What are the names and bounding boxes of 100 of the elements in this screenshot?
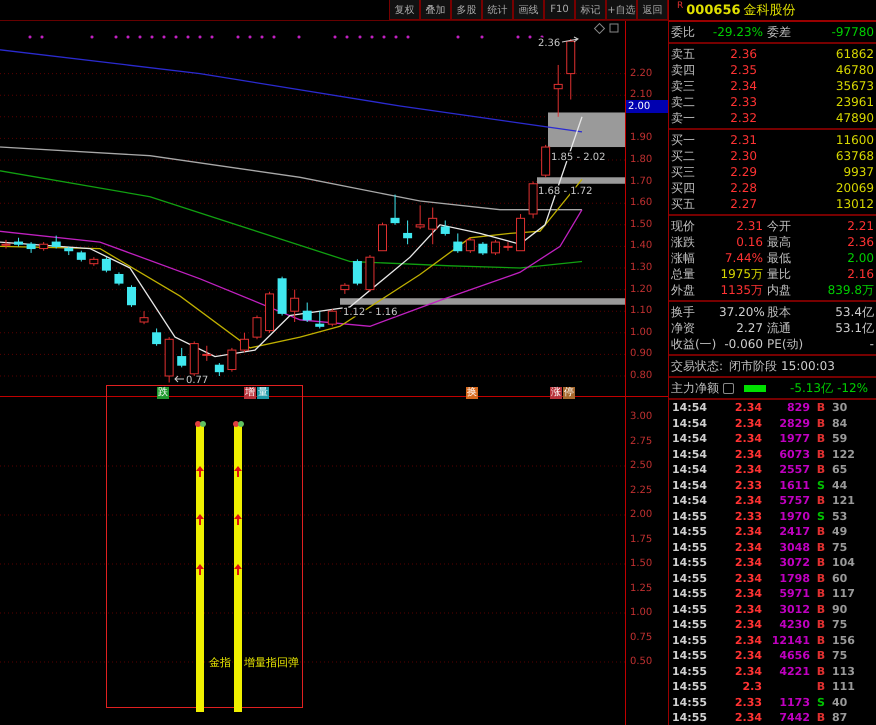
trade-time: 14:55 xyxy=(672,664,708,679)
toggle-icon[interactable] xyxy=(723,382,734,394)
signal-label: 量 xyxy=(257,387,269,399)
candlestick xyxy=(504,242,512,252)
trade-price: 2.33 xyxy=(734,694,762,710)
trade-volume: 2417 xyxy=(779,525,810,538)
toolbar-button[interactable]: 叠加 xyxy=(420,0,451,20)
current-price-tag: 2.00 xyxy=(626,100,668,113)
signal-dot xyxy=(480,36,484,38)
trade-volume: 12141 xyxy=(772,634,810,646)
trade-count: 117 xyxy=(832,586,856,602)
axis-label: 1.40 xyxy=(630,240,652,252)
candlestick xyxy=(127,284,136,308)
trade-volume: 5971 xyxy=(779,587,810,600)
toolbar-button[interactable]: F10 xyxy=(544,0,575,20)
toolbar-button[interactable]: 画线 xyxy=(513,0,544,20)
axis-label: 0.90 xyxy=(630,348,652,360)
order-volume: 61862 xyxy=(834,46,875,62)
candlestick xyxy=(240,332,249,353)
trade-count: 75 xyxy=(832,648,848,664)
market-mark-label: R xyxy=(677,1,684,11)
signal-label: 增 xyxy=(244,387,256,399)
trade-count: 59 xyxy=(832,431,848,446)
field-label: 流通 xyxy=(766,320,792,336)
signal-dot xyxy=(406,36,410,38)
trade-count: 53 xyxy=(832,508,848,524)
toolbar-button[interactable]: 统计 xyxy=(482,0,513,20)
candlestick xyxy=(302,302,312,322)
candlestick xyxy=(541,144,550,178)
trade-time: 14:54 xyxy=(672,400,708,416)
candlestick xyxy=(190,340,199,376)
axis-label: 0.80 xyxy=(630,370,652,382)
field-label: 股本 xyxy=(766,304,792,320)
candlestick xyxy=(440,220,450,236)
arrow-icon xyxy=(174,376,184,382)
toolbar-button[interactable]: 复权 xyxy=(389,0,420,20)
trade-time: 14:54 xyxy=(672,416,708,431)
signal-label: 涨 xyxy=(550,387,562,399)
field-value: 1135万 xyxy=(719,282,764,298)
order-level-label: 买三 xyxy=(670,164,696,180)
trade-volume: 4656 xyxy=(779,649,810,662)
signal-dot xyxy=(186,36,190,38)
candlestick xyxy=(365,254,374,292)
field-label: 总量 xyxy=(670,266,696,282)
axis-label: 1.30 xyxy=(630,262,652,274)
axis-label: 2.25 xyxy=(630,484,652,496)
toolbar-button[interactable]: +自选 xyxy=(606,0,637,20)
trade-side: B xyxy=(816,462,826,478)
field-value: -97780 xyxy=(830,24,875,40)
candlestick xyxy=(214,362,224,376)
toolbar-button[interactable]: 多股 xyxy=(451,0,482,20)
signal-dot xyxy=(90,36,94,38)
trade-side: B xyxy=(816,679,826,694)
field-label: 最低 xyxy=(766,250,792,266)
candlestick xyxy=(428,207,438,245)
candlestick xyxy=(177,347,186,368)
trade-count: 87 xyxy=(832,710,848,725)
toolbar-button[interactable]: 返回 xyxy=(637,0,668,20)
trade-price: 2.34 xyxy=(734,570,762,586)
net-flow-amount: -5.13亿 xyxy=(790,380,834,396)
signal-dot xyxy=(346,36,348,38)
signal-dot xyxy=(334,36,336,38)
candlestick xyxy=(340,282,350,294)
price-annotation: 2.36 xyxy=(538,38,560,49)
indicator-caption: 金指 xyxy=(209,655,231,670)
order-price: 2.31 xyxy=(729,132,758,148)
order-level-label: 卖三 xyxy=(670,78,696,94)
candlestick xyxy=(102,256,111,273)
trade-price: 2.33 xyxy=(734,508,762,524)
signal-dot xyxy=(114,36,118,38)
toolbar-button[interactable]: 标记 xyxy=(575,0,606,20)
axis-label: 1.00 xyxy=(630,326,652,339)
trade-count: 65 xyxy=(832,462,848,478)
order-level-label: 买一 xyxy=(670,132,696,148)
candlestick xyxy=(566,38,576,100)
candlestick xyxy=(453,232,462,254)
signal-dot xyxy=(126,36,130,38)
candlestick xyxy=(202,345,212,362)
field-label: 最高 xyxy=(766,234,792,250)
order-price: 2.36 xyxy=(729,46,758,62)
candlestick xyxy=(14,237,24,247)
trade-price: 2.34 xyxy=(734,632,762,648)
trade-volume: 1977 xyxy=(779,432,810,445)
trade-time: 14:54 xyxy=(672,431,708,446)
axis-label: 1.50 xyxy=(630,558,652,570)
trade-volume: 1798 xyxy=(779,572,810,584)
signal-dot xyxy=(150,36,154,38)
trade-side: B xyxy=(816,602,826,617)
order-level-label: 卖四 xyxy=(670,62,696,78)
trade-price: 2.34 xyxy=(734,462,762,478)
trade-time: 14:55 xyxy=(672,602,708,617)
trade-side: B xyxy=(816,540,826,555)
net-flow-bar xyxy=(744,384,766,392)
field-value: 2.36 xyxy=(846,234,875,250)
trade-price: 2.34 xyxy=(734,493,762,508)
field-label: 现价 xyxy=(670,218,696,234)
order-volume: 11600 xyxy=(834,132,875,148)
trade-volume: 2829 xyxy=(779,416,810,430)
trade-time: 14:55 xyxy=(672,524,708,540)
trade-side: B xyxy=(816,617,826,632)
